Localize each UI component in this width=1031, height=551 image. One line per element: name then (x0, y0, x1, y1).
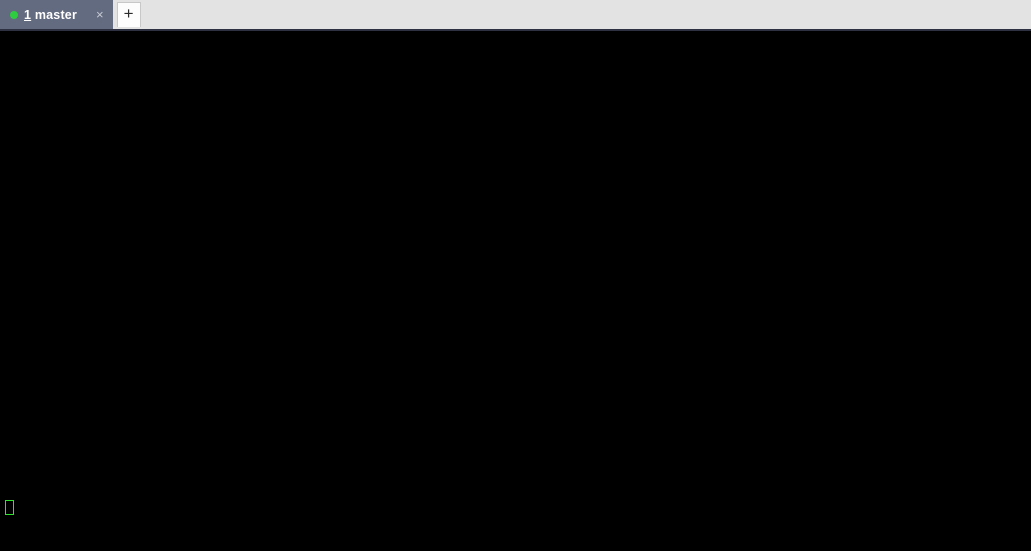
terminal-line-warning (4, 247, 1031, 266)
tab-bar-filler (140, 0, 1031, 29)
tab-label-text: master (31, 7, 78, 22)
tab-bar: 1 master × + (0, 0, 1031, 31)
terminal-line-shell-prompt[interactable] (4, 498, 1031, 517)
text-cursor (5, 500, 14, 516)
close-icon[interactable]: × (93, 8, 107, 21)
terminal-line-local-prompt (4, 112, 1031, 131)
terminal-tab-master[interactable]: 1 master × (0, 0, 113, 29)
terminal-output[interactable] (0, 31, 1031, 551)
tab-label: 1 master (24, 8, 77, 22)
connection-status-dot (10, 10, 18, 19)
new-tab-button[interactable]: + (116, 2, 141, 27)
